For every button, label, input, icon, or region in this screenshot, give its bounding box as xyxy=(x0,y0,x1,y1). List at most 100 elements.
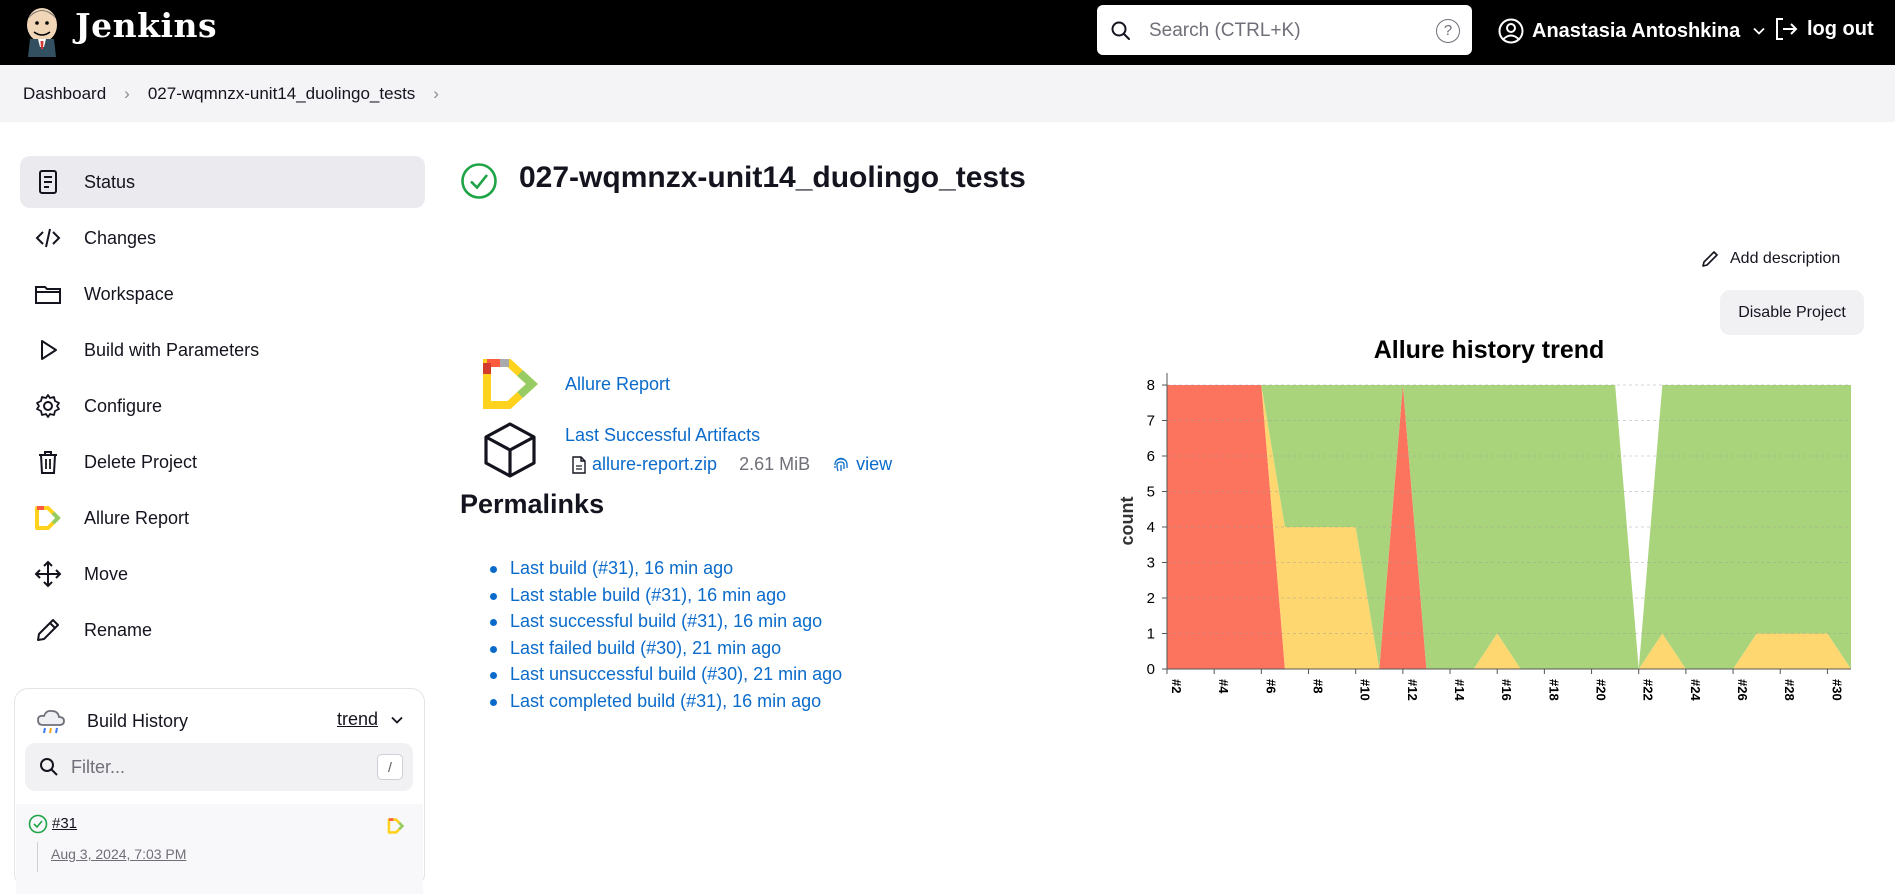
user-menu[interactable]: Anastasia Antoshkina xyxy=(1498,16,1766,46)
build-date[interactable]: Aug 3, 2024, 7:03 PM xyxy=(51,846,186,862)
breadcrumb-dashboard[interactable]: Dashboard xyxy=(23,84,106,104)
sidebar-item-label: Configure xyxy=(84,395,163,416)
package-icon xyxy=(484,422,536,478)
gear-icon xyxy=(36,394,60,418)
chart-x-tick-label: #16 xyxy=(1499,679,1514,701)
permalink-item: Last completed build (#31), 16 min ago xyxy=(490,691,842,718)
trend-label[interactable]: trend xyxy=(337,709,378,730)
chart-x-tick-label: #4 xyxy=(1216,679,1231,694)
sidebar-item-status[interactable]: Status xyxy=(20,156,425,208)
chart-y-tick-label: 0 xyxy=(1147,661,1155,678)
logout-icon xyxy=(1776,18,1798,40)
permalink-item: Last stable build (#31), 16 min ago xyxy=(490,585,842,612)
chart-y-tick-label: 4 xyxy=(1147,519,1155,536)
success-icon xyxy=(461,163,497,199)
filter-input[interactable]: Filter... xyxy=(71,757,125,778)
status-icon xyxy=(39,170,57,194)
sidebar-item-rename[interactable]: Rename xyxy=(20,604,425,656)
chart-y-tick-label: 8 xyxy=(1147,377,1155,394)
build-number[interactable]: #31 xyxy=(52,815,77,832)
chart-y-tick-label: 1 xyxy=(1147,626,1155,643)
chart-x-tick-label: #18 xyxy=(1546,679,1561,701)
permalink-last-successful-build[interactable]: Last successful build (#31), 16 min ago xyxy=(510,611,822,631)
sidebar-item-label: Move xyxy=(84,563,129,584)
chart-x-tick-label: #2 xyxy=(1169,679,1184,693)
chevron-right-icon: › xyxy=(124,83,130,103)
chart-y-tick-label: 7 xyxy=(1147,413,1155,430)
sidebar-item-label: Workspace xyxy=(84,283,174,304)
sidebar-item-label: Rename xyxy=(84,619,153,640)
chart-x-tick-label: #10 xyxy=(1358,679,1373,701)
artifact-file-link[interactable]: allure-report.zip xyxy=(592,454,717,475)
allure-icon xyxy=(35,506,61,530)
build-row[interactable]: #31 Aug 3, 2024, 7:03 PM xyxy=(16,804,423,894)
sidebar-item-move[interactable]: Move xyxy=(20,548,425,600)
artifact-view-link[interactable]: view xyxy=(856,454,892,475)
chart-x-tick-label: #30 xyxy=(1829,679,1844,701)
sidebar-item-label: Build with Parameters xyxy=(84,339,260,360)
file-icon xyxy=(572,455,586,474)
sidebar: Status Changes Workspace Build with Para… xyxy=(20,156,425,660)
permalink-last-unsuccessful-build[interactable]: Last unsuccessful build (#30), 21 min ag… xyxy=(510,664,842,684)
permalinks-heading: Permalinks xyxy=(460,489,605,519)
last-successful-artifacts-link[interactable]: Last Successful Artifacts xyxy=(565,425,760,446)
folder-icon xyxy=(35,286,61,304)
artifact-size: 2.61 MiB xyxy=(739,454,811,474)
add-description-label: Add description xyxy=(1730,250,1841,267)
chart-ylabel: count xyxy=(1117,497,1137,546)
search-icon xyxy=(1111,21,1130,40)
chart-x-tick-label: #22 xyxy=(1641,679,1656,701)
build-history-panel: Build History trend Filter... / #31 Aug … xyxy=(14,688,425,894)
search-input[interactable]: Search (CTRL+K) xyxy=(1149,20,1301,42)
permalink-item: Last failed build (#30), 21 min ago xyxy=(490,638,842,665)
permalink-item: Last unsuccessful build (#30), 21 min ag… xyxy=(490,664,842,691)
logout-button[interactable]: log out xyxy=(1773,16,1874,42)
trend-link[interactable]: trend xyxy=(337,709,404,730)
permalink-last-build[interactable]: Last build (#31), 16 min ago xyxy=(510,558,733,578)
user-name[interactable]: Anastasia Antoshkina xyxy=(1532,20,1740,43)
permalinks-list: Last build (#31), 16 min ago Last stable… xyxy=(490,558,842,717)
chart-x-tick-label: #24 xyxy=(1688,679,1703,701)
sidebar-item-label: Status xyxy=(84,171,136,192)
code-icon xyxy=(35,228,61,248)
chart-x-tick-label: #20 xyxy=(1594,679,1609,701)
permalink-last-stable-build[interactable]: Last stable build (#31), 16 min ago xyxy=(510,585,786,605)
sidebar-item-workspace[interactable]: Workspace xyxy=(20,268,425,320)
brand-name[interactable]: Jenkins xyxy=(75,6,217,45)
add-description-button[interactable]: Add description xyxy=(1700,249,1840,269)
sidebar-item-delete-project[interactable]: Delete Project xyxy=(20,436,425,488)
sidebar-item-build-with-parameters[interactable]: Build with Parameters xyxy=(20,324,425,376)
chart-y-tick-label: 5 xyxy=(1147,484,1155,501)
sidebar-item-label: Allure Report xyxy=(84,507,190,528)
jenkins-logo[interactable] xyxy=(22,5,62,57)
chevron-right-icon[interactable]: › xyxy=(433,84,439,104)
logout-label: log out xyxy=(1807,17,1874,40)
allure-icon[interactable] xyxy=(387,817,405,835)
breadcrumb: Dashboard › 027-wqmnzx-unit14_duolingo_t… xyxy=(0,65,1895,122)
weather-icon xyxy=(37,709,65,734)
move-icon xyxy=(34,560,62,588)
chart-x-tick-label: #28 xyxy=(1782,679,1797,701)
permalink-last-failed-build[interactable]: Last failed build (#30), 21 min ago xyxy=(510,638,781,658)
chart-y-tick-label: 6 xyxy=(1147,448,1155,465)
play-icon xyxy=(41,340,57,360)
sidebar-item-allure-report[interactable]: Allure Report xyxy=(20,492,425,544)
search-box[interactable]: Search (CTRL+K) ? xyxy=(1097,5,1472,55)
breadcrumb-project[interactable]: 027-wqmnzx-unit14_duolingo_tests xyxy=(148,84,415,104)
chart-title: Allure history trend xyxy=(1374,336,1605,364)
pencil-icon xyxy=(1702,251,1718,267)
page-title: 027-wqmnzx-unit14_duolingo_tests xyxy=(519,161,1026,194)
help-icon[interactable]: ? xyxy=(1436,19,1460,43)
artifact-row: allure-report.zip 2.61 MiB view xyxy=(572,454,892,475)
chart-x-tick-label: #6 xyxy=(1263,679,1278,693)
allure-report-link[interactable]: Allure Report xyxy=(565,374,670,395)
allure-history-trend-chart[interactable]: Allure history trend count 0 1 2 3 4 5 6 7 8 #2 #4… xyxy=(1110,328,1865,718)
sidebar-item-changes[interactable]: Changes xyxy=(20,212,425,264)
chart-x-tick-label: #14 xyxy=(1452,679,1467,701)
sidebar-item-configure[interactable]: Configure xyxy=(20,380,425,432)
chevron-down-icon[interactable] xyxy=(390,713,404,727)
chevron-down-icon[interactable] xyxy=(1752,24,1766,38)
permalink-last-completed-build[interactable]: Last completed build (#31), 16 min ago xyxy=(510,691,821,711)
fingerprint-icon[interactable] xyxy=(832,456,850,474)
build-filter[interactable]: Filter... / xyxy=(25,743,413,791)
